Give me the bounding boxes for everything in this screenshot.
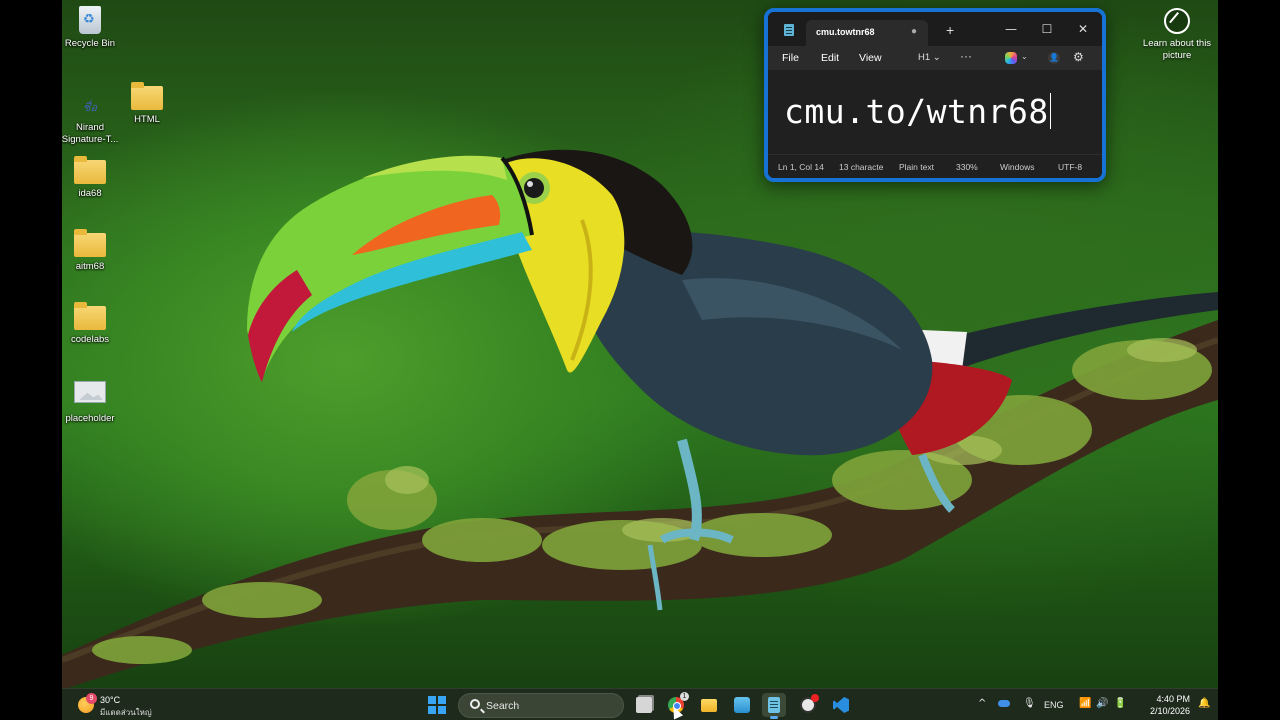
notification-bell-icon[interactable]: 🔔 (1198, 698, 1210, 709)
weather-widget[interactable]: 9 30°C มีแดดส่วนใหญ่ (76, 693, 166, 717)
notepad-icon (768, 697, 780, 713)
menu-edit[interactable]: Edit (821, 52, 839, 64)
menu-file[interactable]: File (782, 52, 799, 64)
system-tray: ^ 🎙 ENG 📶 🔊 🔋 4:40 PM 2/10/2026 🔔 (974, 689, 1218, 720)
taskbar: 9 30°C มีแดดส่วนใหญ่ Search 1 ^ 🎙 ENG 📶 … (62, 688, 1218, 720)
chevron-up-icon[interactable]: ^ (978, 698, 986, 709)
microphone-icon[interactable]: 🎙 (1023, 698, 1036, 709)
folder-icon (74, 302, 106, 330)
notepad-editor[interactable]: cmu.to/wtnr68 (768, 70, 1102, 152)
taskbar-app-notepad[interactable] (762, 693, 786, 719)
notepad-tab[interactable]: cmu.towtnr68 ● (806, 20, 928, 46)
language-indicator[interactable]: ENG (1044, 700, 1064, 710)
more-options-button[interactable]: ··· (960, 49, 972, 63)
weather-temperature: 30°C (100, 695, 121, 705)
battery-icon[interactable]: 🔋 (1114, 698, 1126, 709)
status-cursor-position: Ln 1, Col 14 (778, 162, 824, 172)
weather-badge: 9 (86, 693, 97, 704)
text-caret (1049, 93, 1051, 129)
copilot-icon[interactable] (1005, 52, 1017, 64)
folder-icon (131, 82, 163, 110)
learn-about-picture-button[interactable]: Learn about this picture (1140, 8, 1214, 62)
account-icon[interactable]: 👤 (1048, 52, 1060, 64)
taskbar-app-photos[interactable] (730, 693, 754, 717)
notepad-app-icon (784, 24, 794, 36)
desktop-icon-label: aitm68 (75, 261, 105, 272)
search-label: Search (486, 700, 520, 712)
taskbar-search[interactable]: Search (458, 693, 624, 718)
volume-icon[interactable]: 🔊 (1096, 698, 1108, 709)
unsaved-dot-icon[interactable]: ● (911, 26, 917, 37)
image-file-icon (74, 381, 106, 403)
status-char-count: 13 characte (839, 162, 884, 172)
desktop-icon-label: placeholder (65, 413, 115, 424)
taskbar-app-vscode[interactable] (829, 693, 853, 717)
taskbar-app-obs[interactable] (796, 693, 820, 717)
status-line-ending[interactable]: Windows (1000, 162, 1034, 172)
desktop-icon-label: codelabs (70, 334, 110, 345)
onedrive-icon[interactable] (998, 700, 1010, 707)
new-tab-button[interactable]: + (946, 23, 954, 37)
wifi-icon[interactable]: 📶 (1079, 698, 1091, 709)
desktop-icon-aitm68[interactable]: aitm68 (62, 229, 125, 273)
windows-logo-icon (438, 696, 446, 704)
folder-icon (701, 699, 717, 712)
vscode-icon (833, 697, 849, 713)
desktop-icon-label: Recycle Bin (64, 38, 116, 49)
clock-time: 4:40 PM (1156, 694, 1190, 704)
desktop-icon-codelabs[interactable]: codelabs (62, 302, 125, 346)
desktop-icon-html[interactable]: HTML (112, 82, 182, 126)
status-encoding[interactable]: UTF-8 (1058, 162, 1082, 172)
notepad-statusbar: Ln 1, Col 14 13 characte Plain text 330%… (768, 154, 1102, 178)
heading-label: H1 (918, 52, 931, 63)
windows-logo-icon (428, 706, 436, 714)
chevron-down-icon: ⌄ (932, 52, 941, 63)
menu-view[interactable]: View (859, 52, 882, 64)
close-button[interactable]: ✕ (1074, 20, 1092, 38)
desktop-icon-placeholder[interactable]: placeholder (62, 378, 125, 425)
notepad-tab-title: cmu.towtnr68 (816, 27, 875, 37)
desktop-icon-label: ida68 (78, 188, 102, 199)
chrome-badge: 1 (680, 692, 689, 701)
chevron-down-icon[interactable]: ⌄ (1021, 52, 1028, 61)
clock-date: 2/10/2026 (1149, 706, 1190, 716)
windows-logo-icon (428, 696, 436, 704)
taskbar-clock[interactable]: 4:40 PM 2/10/2026 (1140, 693, 1190, 717)
recording-indicator (811, 694, 819, 702)
folder-icon (74, 156, 106, 184)
photos-icon (734, 697, 750, 713)
taskbar-app-file-explorer[interactable] (697, 693, 721, 717)
taskbar-app-task-view[interactable] (632, 693, 656, 717)
desktop-icon-ida68[interactable]: ida68 (62, 156, 125, 200)
notepad-window[interactable]: cmu.towtnr68 ● + — ☐ ✕ File Edit View H1… (764, 8, 1106, 182)
notepad-titlebar[interactable]: cmu.towtnr68 ● + — ☐ ✕ (768, 12, 1102, 46)
signature-file-icon: ชื่อ (82, 101, 98, 114)
windows-logo-icon (438, 706, 446, 714)
start-button[interactable] (428, 696, 446, 714)
notepad-menubar: File Edit View H1 ⌄ ··· ⌄ 👤 ⚙ (768, 46, 1102, 70)
recycle-bin-icon (79, 6, 101, 34)
gear-icon[interactable]: ⚙ (1073, 50, 1084, 64)
learn-picture-icon (1164, 8, 1190, 34)
desktop-icon-recycle-bin[interactable]: Recycle Bin (62, 6, 125, 50)
editor-text: cmu.to/wtnr68 (784, 92, 1049, 131)
minimize-button[interactable]: — (1002, 20, 1020, 38)
status-zoom[interactable]: 330% (956, 162, 978, 172)
search-icon (470, 699, 480, 709)
status-file-type: Plain text (899, 162, 934, 172)
heading-dropdown[interactable]: H1 ⌄ (918, 52, 941, 63)
learn-about-label: Learn about this picture (1142, 38, 1212, 61)
active-indicator (770, 716, 778, 719)
desktop-icon-label: HTML (134, 114, 160, 125)
folder-icon (74, 229, 106, 257)
maximize-button[interactable]: ☐ (1038, 20, 1056, 38)
weather-description: มีแดดส่วนใหญ่ (100, 708, 152, 717)
task-view-icon (636, 697, 652, 713)
